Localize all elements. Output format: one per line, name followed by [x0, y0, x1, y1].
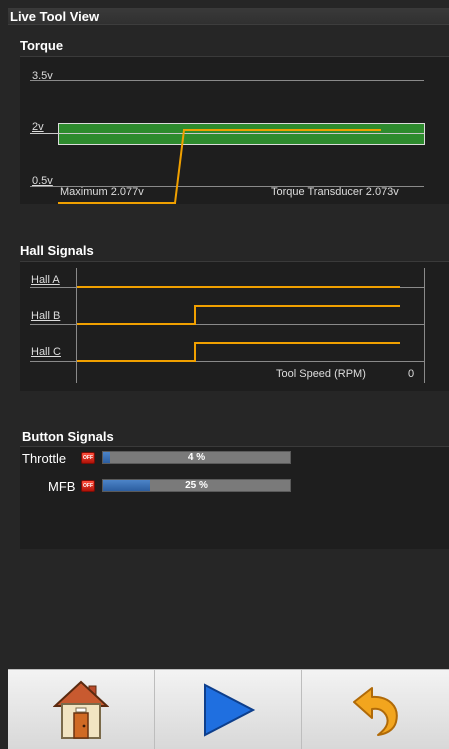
torque-transducer-readout: Torque Transducer 2.073v — [271, 186, 399, 198]
throttle-label: Throttle — [22, 451, 67, 466]
torque-trace-rise — [174, 129, 185, 204]
torque-section-title: Torque — [20, 38, 64, 53]
throttle-off-switch-icon: OFF — [81, 452, 95, 464]
bottom-toolbar — [8, 669, 449, 749]
mfb-percent: 25 % — [185, 480, 208, 491]
tool-speed-value: 0 — [408, 368, 415, 380]
torque-target-band — [58, 123, 425, 145]
hall-section-title: Hall Signals — [20, 243, 94, 258]
tool-speed-label: Tool Speed (RPM) — [276, 368, 366, 380]
torque-gridline-mid — [30, 133, 424, 134]
hall-c-signal-edge — [194, 342, 196, 362]
hall-c-signal-low — [77, 360, 196, 362]
hall-b-signal-high — [194, 305, 400, 307]
torque-trace-level — [183, 129, 381, 131]
hall-b-signal-edge — [194, 305, 196, 325]
live-tool-view-window: Live Tool View Torque 3.5v 2v 0.5v Maxim… — [0, 0, 449, 749]
hall-a-signal — [77, 286, 400, 288]
torque-gridline-high — [30, 80, 424, 81]
torque-trace-baseline — [58, 202, 176, 204]
hall-c-signal-high — [194, 342, 400, 344]
button-section-title: Button Signals — [22, 429, 114, 444]
play-button[interactable] — [155, 670, 302, 749]
play-icon — [204, 683, 256, 737]
hall-b-signal-low — [77, 323, 196, 325]
hall-b-label: Hall B — [31, 310, 61, 322]
hall-axis-right — [424, 268, 425, 383]
hall-c-label: Hall C — [31, 346, 61, 358]
torque-level-mid: 2v — [32, 121, 44, 133]
hall-a-label: Hall A — [31, 274, 60, 286]
mfb-label: MFB — [48, 479, 76, 494]
house-icon — [53, 680, 109, 739]
torque-maximum-readout: Maximum 2.077v — [60, 186, 144, 198]
undo-button[interactable] — [302, 670, 449, 749]
throttle-progress-bar: 4 % — [102, 451, 291, 464]
mfb-progress-bar: 25 % — [102, 479, 291, 492]
undo-icon — [353, 687, 398, 736]
mfb-off-switch-icon: OFF — [81, 480, 95, 492]
window-title: Live Tool View — [8, 8, 449, 25]
hall-panel — [20, 261, 449, 391]
throttle-percent: 4 % — [187, 452, 206, 463]
home-button[interactable] — [8, 670, 155, 749]
